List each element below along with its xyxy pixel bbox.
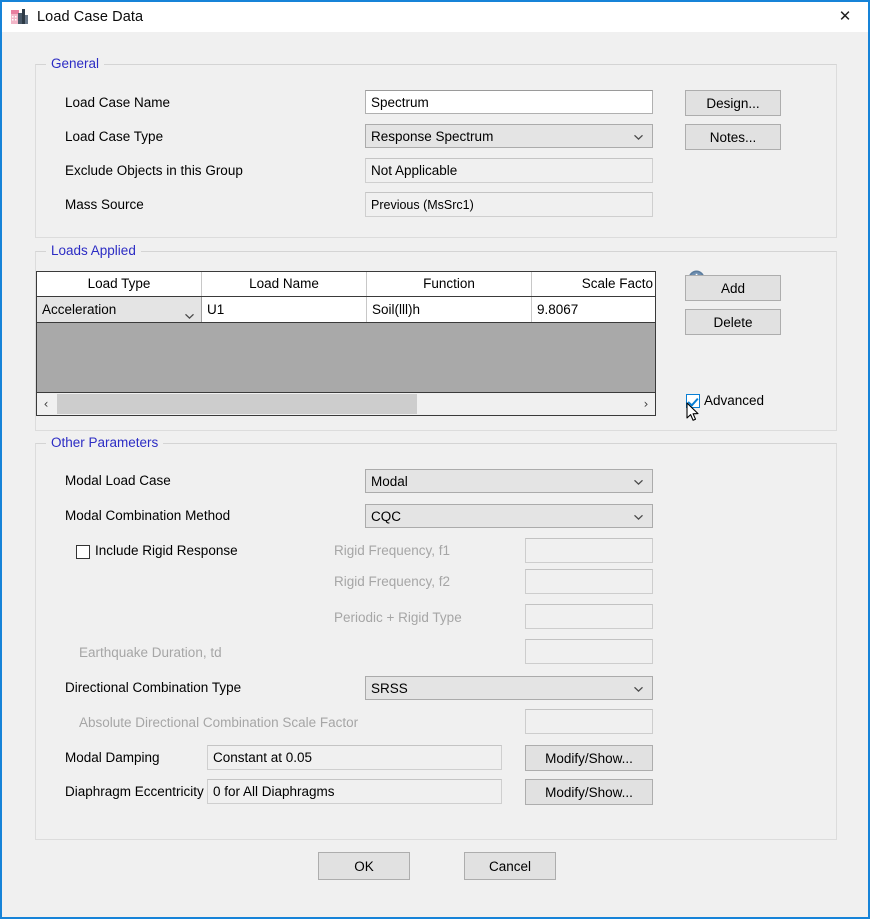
modal-damping-modify-show-button[interactable]: Modify/Show... (525, 745, 653, 771)
absolute-directional-scale-factor-input[interactable] (525, 709, 653, 734)
scrollbar-thumb[interactable] (57, 394, 417, 414)
window-title: Load Case Data (37, 9, 144, 25)
mass-source-label: Mass Source (65, 197, 144, 212)
earthquake-duration-input[interactable] (525, 639, 653, 664)
modal-load-case-label: Modal Load Case (65, 473, 171, 488)
modal-combination-method-label: Modal Combination Method (65, 508, 231, 523)
column-header-function[interactable]: Function (367, 272, 532, 296)
modal-load-case-value: Modal (371, 473, 408, 489)
rigid-frequency-f1-input[interactable] (525, 538, 653, 563)
chevron-down-icon (184, 304, 195, 319)
include-rigid-response-checkbox[interactable] (76, 545, 90, 559)
table-empty-area (37, 323, 655, 391)
include-rigid-response-label[interactable]: Include Rigid Response (95, 543, 238, 558)
delete-button[interactable]: Delete (685, 309, 781, 335)
load-case-type-label: Load Case Type (65, 129, 164, 144)
modal-damping-value: Constant at 0.05 (207, 745, 502, 770)
mass-source-value: Previous (MsSrc1) (365, 192, 653, 217)
chevron-down-icon (633, 476, 644, 487)
table-header-row: Load Type Load Name Function Scale Facto (37, 272, 655, 297)
title-bar: Load Case Data ✕ (2, 2, 868, 32)
load-case-type-value: Response Spectrum (371, 128, 494, 144)
close-icon[interactable]: ✕ (822, 2, 868, 30)
exclude-objects-value: Not Applicable (365, 158, 653, 183)
column-header-scale-factor[interactable]: Scale Facto (532, 272, 655, 296)
directional-combination-type-label: Directional Combination Type (65, 680, 242, 695)
table-row[interactable]: Acceleration U1 Soil(lll)h 9.8067 (37, 297, 655, 323)
periodic-rigid-type-label: Periodic + Rigid Type (334, 610, 462, 625)
notes-button[interactable]: Notes... (685, 124, 781, 150)
modal-combination-method-select[interactable]: CQC (365, 504, 653, 528)
periodic-rigid-type-input[interactable] (525, 604, 653, 629)
design-button[interactable]: Design... (685, 90, 781, 116)
loads-applied-group-title: Loads Applied (46, 243, 141, 258)
load-case-name-input[interactable]: Spectrum (365, 90, 653, 114)
advanced-checkbox[interactable] (686, 394, 700, 408)
cell-load-name[interactable]: U1 (202, 297, 367, 322)
other-parameters-group-title: Other Parameters (46, 435, 164, 450)
load-case-type-select[interactable]: Response Spectrum (365, 124, 653, 148)
diaphragm-eccentricity-modify-show-button[interactable]: Modify/Show... (525, 779, 653, 805)
directional-combination-type-select[interactable]: SRSS (365, 676, 653, 700)
chevron-down-icon (633, 683, 644, 694)
cell-scale-factor[interactable]: 9.8067 (532, 297, 655, 322)
scroll-left-icon[interactable]: ‹ (37, 393, 55, 415)
load-case-name-label: Load Case Name (65, 95, 171, 110)
rigid-frequency-f2-label: Rigid Frequency, f2 (334, 574, 451, 589)
ok-button[interactable]: OK (318, 852, 410, 880)
chevron-down-icon (633, 131, 644, 142)
absolute-directional-scale-factor-label: Absolute Directional Combination Scale F… (79, 715, 359, 730)
dialog-body: General Load Case Name Spectrum Load Cas… (4, 32, 868, 917)
chevron-down-icon (633, 511, 644, 522)
advanced-label[interactable]: Advanced (704, 393, 764, 408)
modal-combination-method-value: CQC (371, 508, 401, 524)
exclude-objects-label: Exclude Objects in this Group (65, 163, 243, 178)
cell-function[interactable]: Soil(lll)h (367, 297, 532, 322)
app-building-icon (11, 8, 29, 26)
cancel-button[interactable]: Cancel (464, 852, 556, 880)
directional-combination-type-value: SRSS (371, 680, 408, 696)
diaphragm-eccentricity-value: 0 for All Diaphragms (207, 779, 502, 804)
diaphragm-eccentricity-label: Diaphragm Eccentricity (65, 784, 204, 799)
general-group-title: General (46, 56, 105, 71)
rigid-frequency-f2-input[interactable] (525, 569, 653, 594)
earthquake-duration-label: Earthquake Duration, td (79, 645, 222, 660)
cell-load-type[interactable]: Acceleration (37, 297, 202, 322)
scroll-right-icon[interactable]: › (637, 393, 655, 415)
rigid-frequency-f1-label: Rigid Frequency, f1 (334, 543, 451, 558)
modal-load-case-select[interactable]: Modal (365, 469, 653, 493)
loads-applied-table[interactable]: Load Type Load Name Function Scale Facto… (36, 271, 656, 416)
modal-damping-label: Modal Damping (65, 750, 160, 765)
add-button[interactable]: Add (685, 275, 781, 301)
load-case-data-dialog: Load Case Data ✕ General Load Case Name … (0, 0, 870, 919)
cell-load-type-value: Acceleration (42, 302, 117, 317)
table-horizontal-scrollbar[interactable]: ‹ › (37, 392, 655, 415)
column-header-load-name[interactable]: Load Name (202, 272, 367, 296)
column-header-load-type[interactable]: Load Type (37, 272, 202, 296)
